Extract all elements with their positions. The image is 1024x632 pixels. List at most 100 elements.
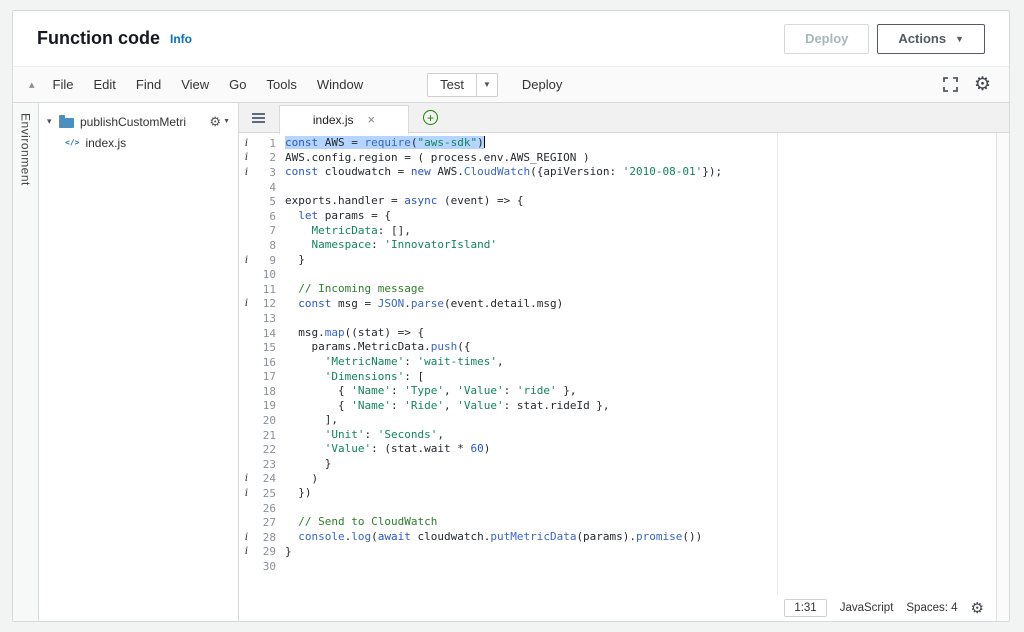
menu-item-find[interactable]: Find [126,77,171,92]
code-line[interactable]: ], [285,413,996,428]
annotation-info-icon[interactable]: i [239,532,254,543]
gutter-line[interactable]: 27 [239,515,285,530]
code-line[interactable]: } [285,545,996,560]
gutter-line[interactable]: i29 [239,545,285,560]
new-tab-icon[interactable]: + [423,110,438,125]
gutter-line[interactable]: 14 [239,326,285,341]
annotation-info-icon[interactable]: i [239,152,254,163]
gutter-line[interactable]: 23 [239,457,285,472]
code-line[interactable]: Namespace: 'InnovatorIsland' [285,238,996,253]
gutter-line[interactable]: i12 [239,297,285,312]
tree-file-row[interactable]: </> index.js [39,132,238,153]
code-line[interactable]: 'Value': (stat.wait * 60) [285,442,996,457]
menu-item-window[interactable]: Window [307,77,373,92]
editor-settings-gear-icon[interactable]: ⚙ [974,75,991,94]
code-line[interactable] [285,559,996,574]
code-line[interactable]: const AWS = require("aws-sdk") [285,136,996,151]
gutter-line[interactable]: 15 [239,340,285,355]
gutter-line[interactable]: i9 [239,253,285,268]
test-button-label[interactable]: Test [428,77,476,92]
gutter-line[interactable]: 26 [239,501,285,516]
code-line[interactable]: }) [285,486,996,501]
code-line[interactable]: ) [285,472,996,487]
statusbar-settings-gear-icon[interactable]: ⚙ [971,599,984,617]
tree-folder-row[interactable]: ▾ publishCustomMetri ⚙▼ [39,111,238,132]
code-line[interactable]: // Incoming message [285,282,996,297]
annotation-info-icon[interactable]: i [239,255,254,266]
code-line[interactable]: const msg = JSON.parse(event.detail.msg) [285,297,996,312]
gutter-line[interactable]: 22 [239,442,285,457]
indentation-setting[interactable]: Spaces: 4 [906,602,957,614]
menu-item-tools[interactable]: Tools [256,77,306,92]
caret-down-icon[interactable]: ▼ [477,80,497,89]
annotation-info-icon[interactable]: i [239,167,254,178]
annotation-info-icon[interactable]: i [239,546,254,557]
code-line[interactable]: { 'Name': 'Type', 'Value': 'ride' }, [285,384,996,399]
annotation-info-icon[interactable]: i [239,488,254,499]
environment-tab[interactable]: Environment [13,103,39,621]
code-line[interactable] [285,311,996,326]
disclosure-triangle-icon[interactable]: ▾ [47,116,57,127]
annotation-info-icon[interactable]: i [239,473,254,484]
code-line[interactable]: params.MetricData.push({ [285,340,996,355]
code-line[interactable]: const cloudwatch = new AWS.CloudWatch({a… [285,165,996,180]
menu-item-view[interactable]: View [171,77,219,92]
menu-item-go[interactable]: Go [219,77,256,92]
code-line[interactable]: } [285,457,996,472]
scrollbar-track[interactable] [996,133,1009,621]
gutter-line[interactable]: i3 [239,165,285,180]
gutter-line[interactable]: 30 [239,559,285,574]
code-line[interactable]: MetricData: [], [285,224,996,239]
fullscreen-icon[interactable] [943,77,958,92]
code-line[interactable]: { 'Name': 'Ride', 'Value': stat.rideId }… [285,399,996,414]
deploy-button[interactable]: Deploy [784,24,869,54]
info-link[interactable]: Info [170,32,192,46]
gutter-line[interactable]: 19 [239,399,285,414]
code-line[interactable]: 'Unit': 'Seconds', [285,428,996,443]
code-line[interactable]: console.log(await cloudwatch.putMetricDa… [285,530,996,545]
gutter-line[interactable]: 10 [239,267,285,282]
code-line[interactable]: msg.map((stat) => { [285,326,996,341]
tab-list-icon[interactable] [247,103,269,132]
annotation-info-icon[interactable]: i [239,138,254,149]
code-line[interactable]: } [285,253,996,268]
cursor-position[interactable]: 1:31 [784,599,826,617]
gutter-line[interactable]: 20 [239,413,285,428]
code-line[interactable]: // Send to CloudWatch [285,515,996,530]
gutter-line[interactable]: 6 [239,209,285,224]
gutter-line[interactable]: 7 [239,224,285,239]
menu-item-edit[interactable]: Edit [83,77,125,92]
project-settings-gear-icon[interactable]: ⚙▼ [209,114,230,130]
gutter-line[interactable]: i25 [239,486,285,501]
menu-item-deploy[interactable]: Deploy [512,77,572,92]
gutter-line[interactable]: 16 [239,355,285,370]
gutter-line[interactable]: i28 [239,530,285,545]
code-line[interactable]: AWS.config.region = ( process.env.AWS_RE… [285,151,996,166]
gutter-line[interactable]: 17 [239,370,285,385]
code-line[interactable]: 'Dimensions': [ [285,370,996,385]
gutter-line[interactable]: 5 [239,194,285,209]
menu-item-file[interactable]: File [43,77,84,92]
collapse-pane-icon[interactable]: ▴ [27,78,43,91]
close-tab-icon[interactable]: × [368,112,376,127]
gutter-line[interactable]: 18 [239,384,285,399]
gutter-line[interactable]: 4 [239,180,285,195]
language-mode[interactable]: JavaScript [840,602,894,614]
actions-button[interactable]: Actions ▼ [877,24,985,54]
test-split-button[interactable]: Test ▼ [427,73,498,97]
code-line[interactable] [285,501,996,516]
gutter-line[interactable]: 11 [239,282,285,297]
annotation-info-icon[interactable]: i [239,298,254,309]
gutter-line[interactable]: i24 [239,472,285,487]
tab-index-js[interactable]: index.js × [279,105,409,134]
gutter-line[interactable]: 21 [239,428,285,443]
code-line[interactable]: exports.handler = async (event) => { [285,194,996,209]
code-line[interactable]: 'MetricName': 'wait-times', [285,355,996,370]
gutter-line[interactable]: 8 [239,238,285,253]
gutter-line[interactable]: 13 [239,311,285,326]
code-line[interactable] [285,180,996,195]
code-line[interactable]: let params = { [285,209,996,224]
code-area[interactable]: i1i2i345678i91011i1213141516171819202122… [239,133,996,595]
gutter-line[interactable]: i1 [239,136,285,151]
gutter-line[interactable]: i2 [239,151,285,166]
